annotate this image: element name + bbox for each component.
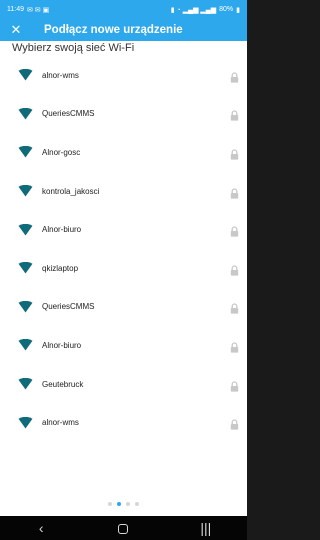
battery-icon: ▮ xyxy=(236,6,240,14)
lock-icon xyxy=(230,186,239,199)
screen: 11:49 ✉ ✉ ▣ ▮ ◔ ▂▄▆ ▂▄▆ 80% ▮ ✕ Podłącz … xyxy=(0,0,247,540)
network-item[interactable]: Alnor-biuro xyxy=(0,326,247,365)
page-dot[interactable] xyxy=(117,502,121,506)
network-name: alnor-wms xyxy=(42,418,79,428)
wifi-icon xyxy=(18,146,33,158)
status-left: 11:49 ✉ ✉ ▣ xyxy=(7,6,49,14)
network-name: qkizlaptop xyxy=(42,263,79,273)
lock-icon xyxy=(230,379,239,392)
network-item[interactable]: Geutebruck xyxy=(0,365,247,404)
signal-icons: ▮ ◔ ▂▄▆ ▂▄▆ xyxy=(170,6,217,14)
lock-icon xyxy=(230,263,239,276)
wifi-icon xyxy=(18,262,33,274)
network-name: QueriesCMMS xyxy=(42,109,95,119)
battery-level: 80% xyxy=(219,6,234,13)
lock-icon xyxy=(230,417,239,430)
lock-icon xyxy=(230,70,239,83)
wifi-icon xyxy=(18,223,33,236)
page-dot[interactable] xyxy=(108,502,112,506)
status-time: 11:49 xyxy=(7,6,24,13)
network-name: alnor-wms xyxy=(42,70,79,80)
page-dot[interactable] xyxy=(135,502,139,506)
notification-icons: ✉ ✉ ▣ xyxy=(27,6,50,14)
close-icon[interactable]: ✕ xyxy=(0,19,32,41)
page-dot[interactable] xyxy=(126,502,130,506)
home-icon xyxy=(118,524,129,535)
section-heading: Wybierz swoją sieć Wi-Fi xyxy=(12,42,135,54)
network-item[interactable]: Alnor-gosc xyxy=(0,133,247,172)
wifi-icon xyxy=(18,107,33,120)
home-button[interactable] xyxy=(103,516,143,540)
network-item[interactable]: Alnor-biuro xyxy=(0,210,247,249)
network-item[interactable]: alnor-wms xyxy=(0,56,247,95)
navigation-bar: ‹ ||| xyxy=(0,516,247,540)
lock-icon xyxy=(230,301,239,314)
wifi-icon xyxy=(18,69,33,81)
lock-icon xyxy=(230,224,239,237)
wifi-icon xyxy=(18,339,33,351)
network-item[interactable]: QueriesCMMS xyxy=(0,95,247,134)
network-item[interactable]: alnor-wms xyxy=(0,403,247,442)
page-title: Podłącz nowe urządzenie xyxy=(44,24,183,36)
network-name: kontrola_jakosci xyxy=(42,186,100,196)
wifi-icon xyxy=(18,416,33,429)
network-item[interactable]: kontrola_jakosci xyxy=(0,172,247,211)
network-name: Alnor-gosc xyxy=(42,147,81,157)
wifi-icon xyxy=(18,300,33,313)
page-indicator xyxy=(0,502,247,506)
lock-icon xyxy=(230,147,239,160)
lock-icon xyxy=(230,340,239,353)
recents-button[interactable]: ||| xyxy=(186,516,226,540)
back-button[interactable]: ‹ xyxy=(21,516,61,540)
app-bar: ✕ Podłącz nowe urządzenie xyxy=(0,19,247,41)
network-name: QueriesCMMS xyxy=(42,302,95,312)
status-right: ▮ ◔ ▂▄▆ ▂▄▆ 80% ▮ xyxy=(171,6,240,14)
status-bar: 11:49 ✉ ✉ ▣ ▮ ◔ ▂▄▆ ▂▄▆ 80% ▮ xyxy=(0,0,247,19)
wifi-icon xyxy=(18,378,33,390)
network-item[interactable]: QueriesCMMS xyxy=(0,288,247,327)
wifi-icon xyxy=(18,185,33,197)
network-name: Alnor-biuro xyxy=(42,225,82,235)
network-name: Alnor-biuro xyxy=(42,340,82,350)
lock-icon xyxy=(230,108,239,121)
network-list: alnor-wms QueriesCMMS Alnor-gosc kontrola_j… xyxy=(0,56,247,442)
network-item[interactable]: qkizlaptop xyxy=(0,249,247,288)
network-name: Geutebruck xyxy=(42,379,84,389)
